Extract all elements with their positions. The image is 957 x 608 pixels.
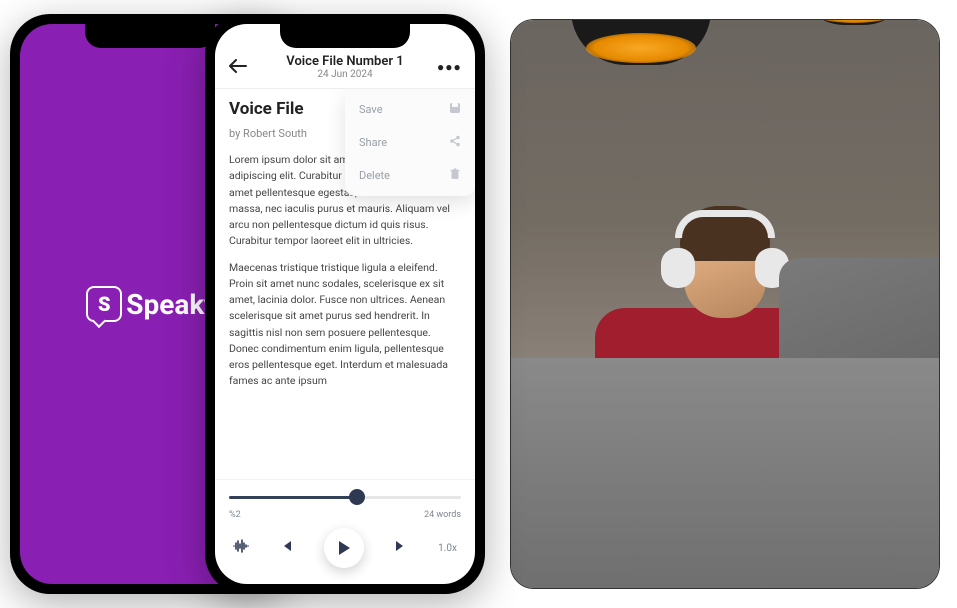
- menu-label: Share: [359, 136, 387, 149]
- previous-button[interactable]: [279, 539, 293, 557]
- phone-notch: [280, 24, 410, 48]
- brand-logo: S Speakt: [86, 286, 214, 322]
- next-button[interactable]: [394, 539, 408, 557]
- waveform-button[interactable]: [233, 539, 249, 557]
- document-content: Voice File by Robert South Lorem ipsum d…: [215, 89, 475, 479]
- brand-icon: S: [86, 286, 122, 322]
- skip-back-icon: [279, 539, 293, 553]
- phone-app: Voice File Number 1 24 Jun 2024 ●●● Voic…: [205, 14, 485, 594]
- waveform-icon: [233, 539, 249, 553]
- progress-words: 24 words: [424, 510, 461, 520]
- play-button[interactable]: [324, 528, 364, 568]
- progress-slider[interactable]: [229, 486, 461, 510]
- audio-player: %2 24 words 1.0x: [215, 479, 475, 584]
- pendant-lamp: [799, 19, 909, 25]
- progress-percent: %2: [229, 510, 241, 520]
- brand-name: Speakt: [126, 288, 214, 321]
- pendant-lamp: [571, 19, 711, 65]
- lifestyle-photo: [510, 19, 940, 589]
- menu-item-share[interactable]: Share: [345, 126, 475, 159]
- menu-item-save[interactable]: Save: [345, 93, 475, 126]
- slider-thumb[interactable]: [349, 489, 365, 505]
- trash-icon: [449, 168, 461, 183]
- share-icon: [449, 135, 461, 150]
- context-menu: Save Share Delete: [345, 89, 475, 196]
- headphones-icon: [665, 210, 785, 280]
- header-date: 24 Jun 2024: [253, 69, 437, 80]
- skip-forward-icon: [394, 539, 408, 553]
- paragraph: Maecenas tristique tristique ligula a el…: [229, 260, 461, 390]
- more-button[interactable]: ●●●: [437, 60, 461, 74]
- header-title: Voice File Number 1: [253, 54, 437, 69]
- phone-mockups: S Speakt Voice File Number 1 24 Jun 2024: [10, 9, 490, 599]
- save-icon: [449, 102, 461, 117]
- play-icon: [337, 540, 351, 556]
- phone-notch: [85, 24, 215, 48]
- couch: [510, 358, 940, 588]
- menu-label: Save: [359, 103, 383, 116]
- menu-item-delete[interactable]: Delete: [345, 159, 475, 192]
- menu-label: Delete: [359, 169, 390, 182]
- arrow-left-icon: [229, 59, 247, 73]
- speed-button[interactable]: 1.0x: [438, 543, 457, 554]
- back-button[interactable]: [229, 57, 253, 78]
